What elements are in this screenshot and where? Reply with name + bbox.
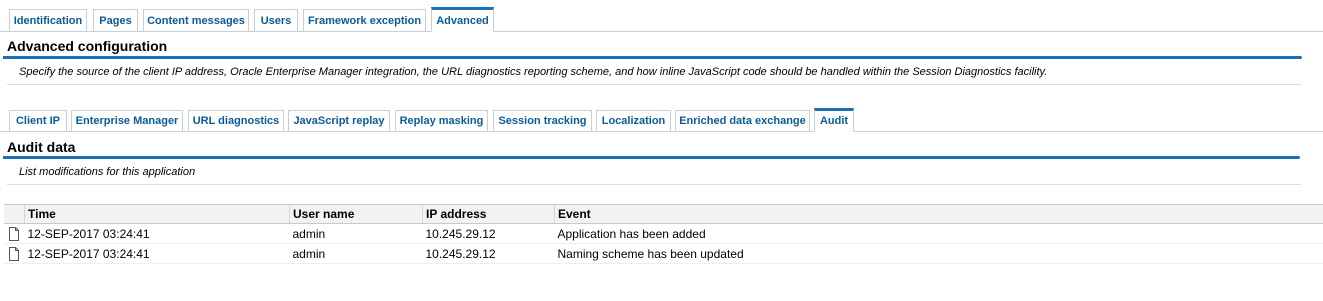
column-header-event[interactable]: Event [554,204,1323,224]
cell-time: 12-SEP-2017 03:24:41 [24,223,290,244]
advanced-sub-tab-bar: Client IP Enterprise Manager URL diagnos… [0,108,1323,132]
icon-column-header [4,204,25,224]
tab-audit[interactable]: Audit [814,108,854,132]
tab-replay-masking[interactable]: Replay masking [395,110,488,131]
tab-javascript-replay[interactable]: JavaScript replay [288,110,390,131]
column-header-ip-address[interactable]: IP address [422,204,555,224]
cell-user: admin [289,223,423,244]
audit-data-title: Audit data [7,139,76,155]
audit-section-divider [3,156,1300,159]
audit-description: List modifications for this application [19,166,196,178]
tab-users[interactable]: Users [254,9,298,31]
cell-ip: 10.245.29.12 [422,243,555,264]
tab-url-diagnostics[interactable]: URL diagnostics [188,110,284,131]
cell-event: Application has been added [554,223,1323,244]
main-tab-bar: Identification Pages Content messages Us… [0,7,1323,32]
cell-event: Naming scheme has been updated [554,243,1323,264]
document-icon [9,246,19,261]
audit-description-border [7,184,1301,185]
section-divider [3,56,1302,59]
tab-advanced[interactable]: Advanced [431,7,494,32]
cell-time: 12-SEP-2017 03:24:41 [24,243,290,264]
advanced-configuration-title: Advanced configuration [7,38,168,54]
table-row[interactable]: 12-SEP-2017 03:24:41 admin 10.245.29.12 … [4,243,1323,264]
cell-ip: 10.245.29.12 [422,223,555,244]
tab-enriched-data-exchange[interactable]: Enriched data exchange [675,110,810,131]
audit-table-header: Time User name IP address Event [4,204,1323,224]
tab-client-ip[interactable]: Client IP [9,110,67,131]
tab-localization[interactable]: Localization [596,110,671,131]
column-header-user-name[interactable]: User name [289,204,423,224]
tab-session-tracking[interactable]: Session tracking [493,110,592,131]
column-header-time[interactable]: Time [24,204,290,224]
tab-pages[interactable]: Pages [93,9,138,31]
cell-user: admin [289,243,423,264]
tab-content-messages[interactable]: Content messages [143,9,249,31]
tab-enterprise-manager[interactable]: Enterprise Manager [71,110,183,131]
advanced-description: Specify the source of the client IP addr… [19,66,1048,78]
tab-identification[interactable]: Identification [9,9,87,31]
tab-framework-exception[interactable]: Framework exception [303,9,426,31]
description-border [7,84,1301,85]
row-icon-cell [4,223,25,244]
audit-table: Time User name IP address Event 12-SEP-2… [4,204,1323,264]
document-icon [9,226,19,241]
table-row[interactable]: 12-SEP-2017 03:24:41 admin 10.245.29.12 … [4,223,1323,244]
row-icon-cell [4,243,25,264]
